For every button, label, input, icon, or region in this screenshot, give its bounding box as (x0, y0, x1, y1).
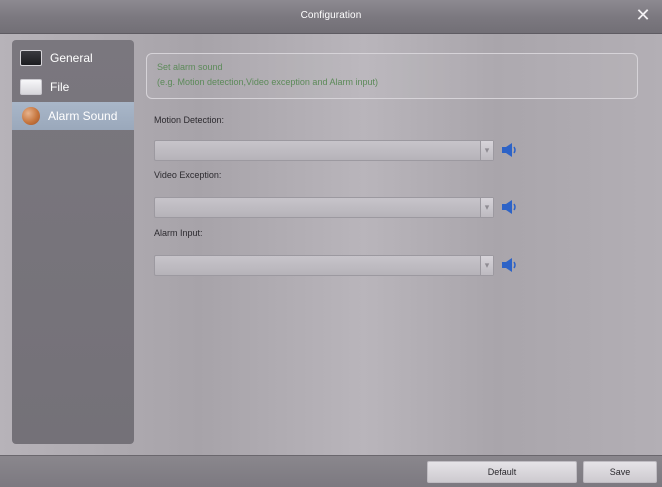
alarm-icon (22, 107, 40, 125)
title-bar: Configuration ✕ (0, 0, 662, 34)
alarm-input-select[interactable]: ▾ (154, 255, 494, 276)
speaker-icon[interactable] (500, 256, 518, 274)
motion-detection-label: Motion Detection: (154, 115, 225, 125)
video-exception-select[interactable]: ▾ (154, 197, 494, 218)
sidebar-item-label: Alarm Sound (48, 109, 118, 123)
video-exception-label: Video Exception: (154, 170, 222, 180)
alarm-sound-hint-box: Set alarm sound (e.g. Motion detection,V… (146, 53, 638, 99)
sidebar-item-general[interactable]: General (12, 44, 134, 72)
hint-title: Set alarm sound (157, 62, 223, 72)
alarm-input-label: Alarm Input: (154, 228, 203, 238)
sidebar-item-alarm-sound[interactable]: Alarm Sound (12, 102, 134, 130)
monitor-icon (20, 50, 42, 66)
close-icon[interactable]: ✕ (634, 6, 652, 24)
chevron-down-icon[interactable]: ▾ (480, 256, 493, 275)
footer-bar: Default Save (0, 455, 662, 487)
speaker-icon[interactable] (500, 198, 518, 216)
main-content: Set alarm sound (e.g. Motion detection,V… (146, 40, 646, 444)
motion-detection-select[interactable]: ▾ (154, 140, 494, 161)
folder-icon (20, 79, 42, 95)
window-title: Configuration (300, 10, 362, 21)
default-button[interactable]: Default (427, 461, 577, 483)
sidebar: General File Alarm Sound (12, 40, 134, 444)
speaker-icon[interactable] (500, 141, 518, 159)
chevron-down-icon[interactable]: ▾ (480, 198, 493, 217)
sidebar-item-label: General (50, 51, 93, 65)
save-button[interactable]: Save (583, 461, 657, 483)
chevron-down-icon[interactable]: ▾ (480, 141, 493, 160)
configuration-window: Configuration ✕ General File Alarm Sound… (0, 0, 662, 487)
sidebar-item-file[interactable]: File (12, 73, 134, 101)
sidebar-item-label: File (50, 80, 70, 94)
hint-example: (e.g. Motion detection,Video exception a… (157, 77, 378, 87)
